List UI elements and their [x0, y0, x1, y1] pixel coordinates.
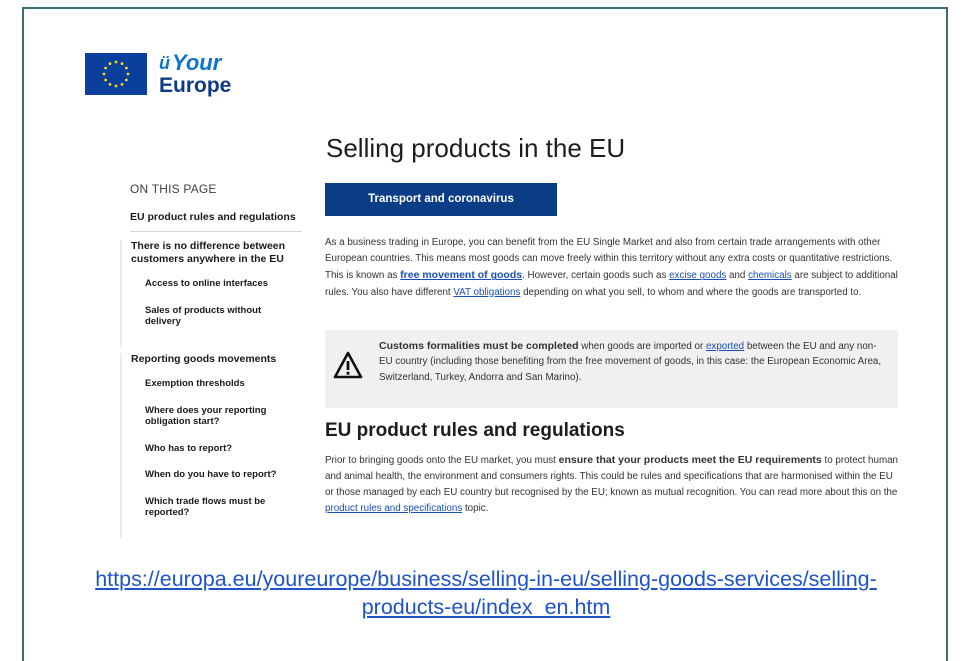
toc-link-exemption-thresholds[interactable]: Exemption thresholds [145, 378, 295, 390]
toc-group-reporting: Reporting goods movements Exemption thre… [120, 352, 300, 538]
customs-alert-box: Customs formalities must be completed wh… [325, 329, 898, 408]
main-content: Transport and coronavirus As a business … [325, 183, 898, 518]
vat-obligations-link[interactable]: VAT obligations [453, 287, 520, 298]
toc-link-trade-flows[interactable]: Which trade flows must be reported? [145, 496, 295, 519]
source-url-link[interactable]: https://europa.eu/youreurope/business/se… [95, 565, 877, 621]
eu-flag-icon [85, 53, 147, 95]
page-title: Selling products in the EU [326, 133, 626, 163]
intro-paragraph: As a business trading in Europe, you can… [325, 237, 898, 298]
toc-group-no-difference: There is no difference between customers… [120, 240, 300, 347]
chemicals-link[interactable]: chemicals [748, 270, 792, 281]
your-europe-logo[interactable]: ü Your Europe [85, 52, 231, 96]
toc-link-online-interfaces[interactable]: Access to online interfaces [145, 278, 295, 290]
exported-link[interactable]: exported [706, 341, 744, 352]
transport-coronavirus-button[interactable]: Transport and coronavirus [325, 183, 557, 216]
on-this-page-heading: ON THIS PAGE [130, 182, 217, 196]
section-heading-eu-product-rules: EU product rules and regulations [325, 419, 625, 441]
warning-icon [333, 351, 363, 385]
toc-link-reporting-obligation[interactable]: Where does your reporting obligation sta… [145, 405, 295, 428]
on-this-page-nav: ON THIS PAGE EU product rules and regula… [120, 182, 302, 538]
smile-icon: ü [159, 53, 170, 73]
product-rules-link[interactable]: product rules and specifications [325, 503, 462, 514]
product-rules-paragraph: Prior to bringing goods onto the EU mark… [325, 453, 899, 515]
customs-alert-text: Customs formalities must be completed wh… [379, 339, 882, 383]
toc-link-reporting-goods[interactable]: Reporting goods movements [131, 353, 300, 366]
toc-link-when-report[interactable]: When do you have to report? [145, 469, 295, 481]
excise-goods-link[interactable]: excise goods [669, 270, 726, 281]
logo-your-text: ü Your [159, 50, 222, 75]
toc-link-sales-without-delivery[interactable]: Sales of products without delivery [145, 305, 295, 328]
free-movement-link[interactable]: free movement of goods [400, 269, 522, 281]
toc-link-no-difference[interactable]: There is no difference between customers… [131, 240, 300, 265]
toc-link-eu-product-rules[interactable]: EU product rules and regulations [130, 211, 302, 232]
toc-link-who-reports[interactable]: Who has to report? [145, 443, 295, 455]
logo-europe-text: Europe [159, 74, 232, 97]
